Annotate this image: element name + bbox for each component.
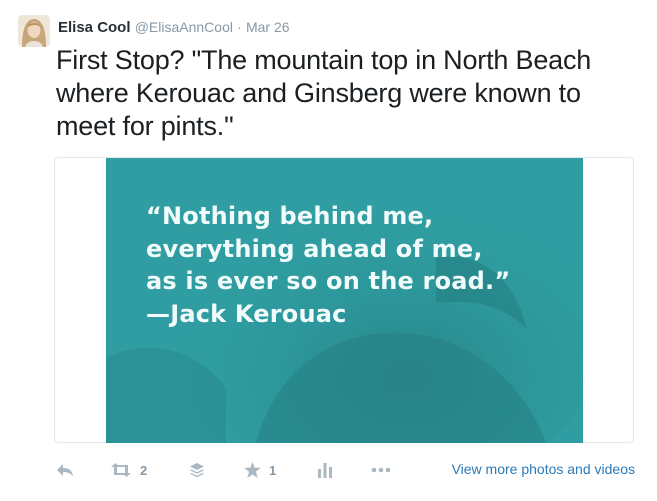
tweet-text: First Stop? "The mountain top in North B… — [56, 45, 592, 141]
analytics-button[interactable] — [318, 455, 332, 485]
retweet-button[interactable]: 2 — [110, 455, 147, 485]
analytics-icon — [318, 462, 332, 478]
more-icon — [371, 467, 391, 473]
reply-button[interactable] — [56, 455, 74, 485]
quote-line: “Nothing behind me, — [146, 202, 434, 230]
tweet-header: Elisa Cool @ElisaAnnCool · Mar 26 — [58, 19, 290, 36]
buffer-icon — [190, 463, 204, 478]
media-image[interactable]: “Nothing behind me, everything ahead of … — [106, 158, 583, 443]
retweet-count: 2 — [140, 462, 148, 478]
quote-attribution: —Jack Kerouac — [146, 299, 347, 328]
favorite-count: 1 — [269, 462, 277, 478]
more-button[interactable] — [371, 455, 391, 485]
view-more-photos-link[interactable]: View more photos and videos — [452, 461, 635, 477]
buffer-button[interactable] — [189, 455, 205, 485]
reply-icon — [57, 464, 73, 476]
favorite-button[interactable]: 1 — [244, 455, 276, 485]
meta-separator: · — [237, 19, 242, 35]
star-icon — [244, 462, 261, 478]
author-fullname[interactable]: Elisa Cool — [58, 19, 131, 36]
quote-line: everything ahead of me, — [146, 234, 483, 263]
author-username[interactable]: @ElisaAnnCool — [135, 19, 233, 35]
quote-text: “Nothing behind me, everything ahead of … — [146, 200, 566, 330]
retweet-icon — [111, 463, 131, 477]
quote-line: as is ever so on the road.” — [146, 267, 511, 295]
tweet-actions: 2 1 View more photos and videos — [0, 455, 657, 485]
avatar[interactable] — [18, 15, 50, 47]
tweet: Elisa Cool @ElisaAnnCool · Mar 26 First … — [0, 0, 657, 501]
tweet-timestamp[interactable]: Mar 26 — [246, 19, 290, 35]
